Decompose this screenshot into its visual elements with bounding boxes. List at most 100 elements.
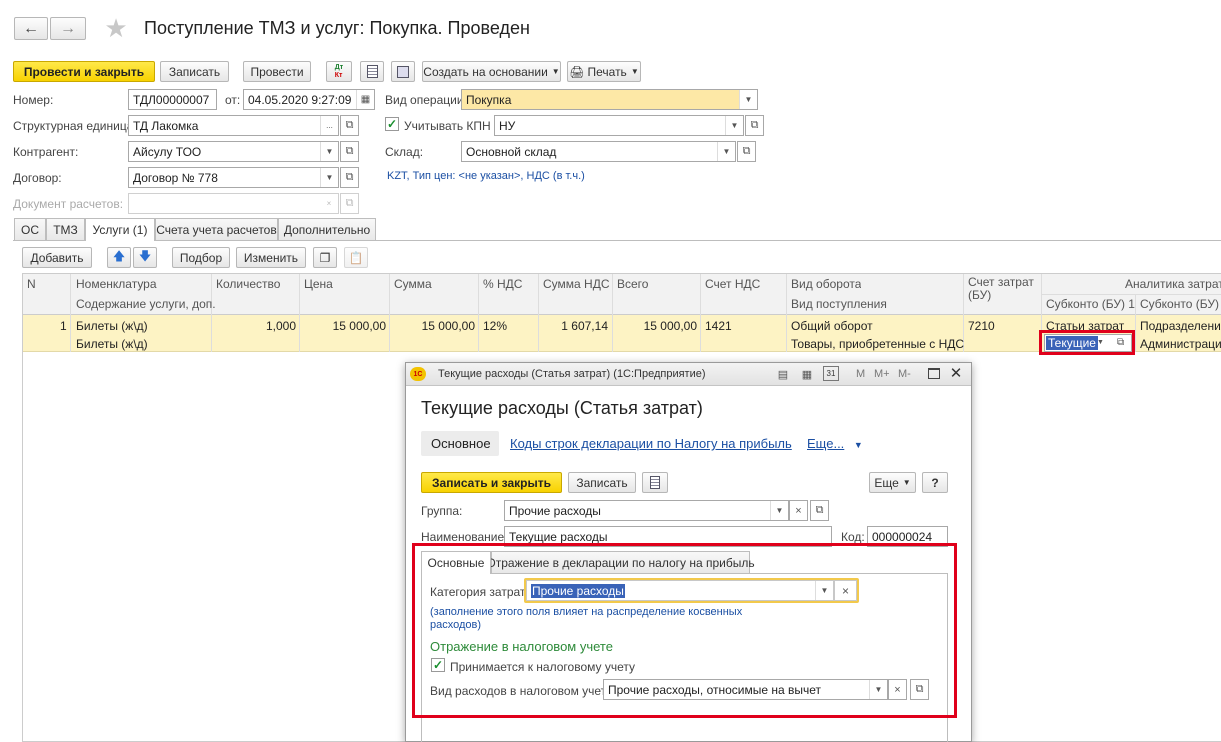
open-icon[interactable]: ⧉: [737, 141, 756, 162]
move-down-button[interactable]: 🡇: [133, 247, 157, 268]
chevron-down-icon[interactable]: ▼: [717, 142, 735, 161]
col-header-nomenclature[interactable]: Номенклатура: [76, 277, 157, 291]
copy-button[interactable]: ❐: [313, 247, 337, 268]
change-button[interactable]: Изменить: [236, 247, 306, 268]
contract-field[interactable]: Договор № 778 ▼: [128, 167, 339, 188]
date-field[interactable]: 04.05.2020 9:27:09 ▦: [243, 89, 375, 110]
cell-price[interactable]: 15 000,00: [304, 319, 386, 333]
col-header-sum[interactable]: Сумма: [394, 277, 432, 291]
col-header-receipt[interactable]: Вид поступления: [791, 297, 887, 311]
clear-icon[interactable]: ×: [789, 500, 808, 521]
tab-tmz[interactable]: ТМЗ: [46, 218, 85, 240]
kpn-field[interactable]: НУ ▼: [494, 115, 744, 136]
col-header-vat-sum[interactable]: Сумма НДС: [543, 277, 610, 291]
select-button[interactable]: Подбор: [172, 247, 230, 268]
cell-n[interactable]: 1: [60, 319, 67, 333]
col-header-n[interactable]: N: [27, 277, 36, 291]
cell-subconto2-value[interactable]: Администрация: [1140, 337, 1221, 351]
unit-field[interactable]: ТД Лакомка ...: [128, 115, 339, 136]
tab-services[interactable]: Услуги (1): [85, 218, 155, 241]
cell-vat-account[interactable]: 1421: [705, 319, 732, 333]
list-button[interactable]: [360, 61, 384, 82]
col-header-vat-rate[interactable]: % НДС: [483, 277, 522, 291]
warehouse-field[interactable]: Основной склад ▼: [461, 141, 736, 162]
cell-receipt[interactable]: Товары, приобретенные с НДС: [791, 337, 964, 351]
chevron-down-icon[interactable]: ▼: [739, 90, 757, 109]
cell-qty[interactable]: 1,000: [216, 319, 296, 333]
close-icon[interactable]: ✕: [947, 364, 965, 382]
group-field[interactable]: Прочие расходы ▼: [504, 500, 789, 521]
col-header-content[interactable]: Содержание услуги, доп.: [76, 297, 216, 311]
cell-subconto2[interactable]: Подразделения: [1140, 319, 1221, 333]
save-button[interactable]: Записать: [160, 61, 229, 82]
cell-vat-rate[interactable]: 12%: [483, 319, 507, 333]
open-icon[interactable]: ⧉: [340, 167, 359, 188]
col-header-subconto2[interactable]: Субконто (БУ) 2: [1140, 297, 1221, 311]
forward-button[interactable]: →: [50, 17, 86, 40]
chevron-down-icon[interactable]: ▼: [320, 168, 338, 187]
dialog-more-button[interactable]: Еще ▼: [869, 472, 916, 493]
doc-icon[interactable]: ▤: [775, 367, 791, 381]
add-row-button[interactable]: Добавить: [22, 247, 92, 268]
open-icon[interactable]: ⧉: [340, 115, 359, 136]
move-up-button[interactable]: 🡅: [107, 247, 131, 268]
chevron-down-icon[interactable]: ▼: [725, 116, 743, 135]
dt-kt-button[interactable]: Дт Кт: [326, 61, 352, 82]
cell-sum[interactable]: 15 000,00: [394, 319, 475, 333]
print-button[interactable]: 🖨 Печать ▼: [567, 61, 641, 82]
m-plus-button[interactable]: M+: [874, 368, 890, 380]
paste-button: 📋: [344, 247, 368, 268]
structure-button[interactable]: [391, 61, 415, 82]
col-header-total[interactable]: Всего: [617, 277, 648, 291]
tab-os[interactable]: ОС: [14, 218, 46, 240]
dialog-nav-more[interactable]: Еще... ▼: [807, 436, 863, 451]
open-icon[interactable]: ⧉: [340, 141, 359, 162]
m-button[interactable]: M: [856, 368, 865, 380]
calendar-icon[interactable]: 31: [823, 366, 839, 381]
post-button[interactable]: Провести: [243, 61, 311, 82]
operation-field[interactable]: Покупка ▼: [461, 89, 758, 110]
col-header-cost-account[interactable]: Счет затрат (БУ): [968, 276, 1040, 302]
col-header-vat-account[interactable]: Счет НДС: [705, 277, 760, 291]
maximize-icon[interactable]: [928, 368, 940, 379]
dialog-nav-codes[interactable]: Коды строк декларации по Налогу на прибы…: [510, 436, 792, 451]
col-header-price[interactable]: Цена: [304, 277, 333, 291]
create-based-button[interactable]: Создать на основании ▼: [422, 61, 561, 82]
currency-info-link[interactable]: KZT, Тип цен: <не указан>, НДС (в т.ч.): [387, 170, 585, 182]
cell-nomenclature[interactable]: Билеты (ж\д): [76, 319, 148, 333]
open-icon[interactable]: ⧉: [745, 115, 764, 136]
warehouse-label: Склад:: [385, 145, 424, 159]
list-icon: [650, 476, 660, 489]
select-dots-icon[interactable]: ...: [320, 116, 338, 135]
calendar-icon[interactable]: ▦: [356, 90, 374, 109]
cell-turnover[interactable]: Общий оборот: [791, 319, 873, 333]
tab-additional[interactable]: Дополнительно: [278, 218, 376, 240]
cell-vat-sum[interactable]: 1 607,14: [543, 319, 608, 333]
chevron-down-icon[interactable]: ▼: [320, 142, 338, 161]
counterparty-field[interactable]: Айсулу ТОО ▼: [128, 141, 339, 162]
chevron-down-icon[interactable]: ▼: [770, 501, 788, 520]
calculator-icon[interactable]: ▦: [799, 367, 815, 381]
col-header-qty[interactable]: Количество: [216, 277, 280, 291]
post-close-button[interactable]: Провести и закрыть: [13, 61, 155, 82]
cell-total[interactable]: 15 000,00: [617, 319, 697, 333]
save-close-button[interactable]: Записать и закрыть: [421, 472, 562, 493]
help-button[interactable]: ?: [922, 472, 948, 493]
back-button[interactable]: ←: [14, 17, 48, 40]
dialog-save-button[interactable]: Записать: [568, 472, 636, 493]
cell-content[interactable]: Билеты (ж\д): [76, 337, 148, 351]
cell-cost-account[interactable]: 7210: [968, 319, 995, 333]
col-header-turnover[interactable]: Вид оборота: [791, 277, 861, 291]
kpn-checkbox[interactable]: ✓: [385, 117, 399, 131]
tab-accounts[interactable]: Счета учета расчетов: [155, 218, 278, 240]
printer-icon: 🖨: [569, 64, 585, 79]
m-minus-button[interactable]: M-: [898, 368, 911, 380]
open-icon[interactable]: ⧉: [810, 500, 829, 521]
inner-tab-main[interactable]: Основные: [421, 551, 491, 574]
col-header-analytics[interactable]: Аналитика затрат (БУ): [1125, 277, 1221, 291]
dialog-nav-main[interactable]: Основное: [421, 431, 499, 456]
dialog-list-button[interactable]: [642, 472, 668, 493]
star-icon[interactable]: ★: [102, 13, 130, 43]
col-header-subconto1[interactable]: Субконто (БУ) 1: [1046, 297, 1135, 311]
number-field[interactable]: ТДЛ00000007: [128, 89, 217, 110]
